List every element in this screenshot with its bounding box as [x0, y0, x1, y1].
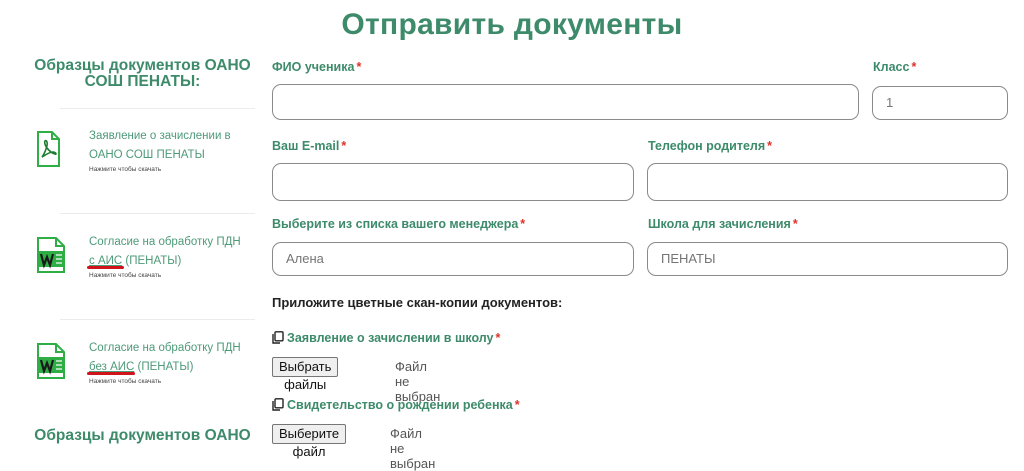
email-label: Ваш E-mail * — [272, 139, 347, 153]
pdf-icon — [37, 131, 60, 167]
sidebar: Образцы документов ОАНО СОШ ПЕНАТЫ: — [30, 58, 255, 90]
download-item-text: Заявление о зачислении в ОАНО СОШ ПЕНАТЫ… — [89, 127, 259, 175]
fio-input[interactable] — [272, 84, 859, 120]
sidebar-heading-bottom: Образцы документов ОАНО — [34, 427, 251, 444]
phone-label: Телефон родителя * — [648, 139, 773, 153]
copy-icon — [272, 331, 284, 344]
download-hint: Нажмите чтобы скачать — [89, 272, 162, 279]
manager-label: Выберите из списка вашего менеджера * — [272, 217, 526, 231]
download-hint: Нажмите чтобы скачать — [89, 378, 162, 385]
download-item-suffix: (ПЕНАТЫ) — [137, 361, 194, 373]
download-item-application[interactable]: Заявление о зачислении в ОАНО СОШ ПЕНАТЫ… — [36, 127, 256, 187]
choose-files-button[interactable]: Выбрать файлы — [272, 357, 339, 392]
choose-file-button[interactable]: Выберите файл — [272, 424, 347, 459]
class-label: Класс * — [873, 60, 917, 74]
school-label: Школа для зачисления * — [648, 217, 798, 231]
download-hint: Нажмите чтобы скачать — [89, 166, 162, 173]
email-input[interactable] — [272, 163, 634, 201]
highlight-underline — [87, 372, 135, 375]
fio-label: ФИО ученика * — [272, 60, 362, 74]
download-item-text: Согласие на обработку ПДН с АИС (ПЕНАТЫ)… — [89, 233, 259, 281]
manager-select[interactable] — [272, 242, 634, 276]
download-item-label: Согласие на обработку ПДН — [89, 342, 241, 354]
sidebar-divider — [60, 108, 255, 109]
school-select[interactable] — [647, 242, 1008, 276]
phone-input[interactable] — [647, 163, 1008, 201]
download-item-suffix: (ПЕНАТЫ) — [125, 255, 182, 267]
sidebar-divider — [60, 213, 255, 214]
sidebar-divider — [60, 319, 255, 320]
highlight-underline — [87, 266, 124, 269]
download-item-label: Согласие на обработку ПДН — [89, 236, 241, 248]
page-title: Отправить документы — [341, 8, 683, 41]
download-item-consent-with-ais[interactable]: Согласие на обработку ПДН с АИС (ПЕНАТЫ)… — [36, 233, 256, 293]
attach-instructions: Приложите цветные скан-копии документов: — [272, 295, 563, 310]
class-input[interactable] — [872, 86, 1008, 120]
file2-label: Свидетельство о рождении ребенка * — [272, 398, 520, 412]
download-item-label: Заявление о зачислении в ОАНО СОШ ПЕНАТЫ — [89, 130, 231, 161]
word-doc-icon — [37, 343, 65, 379]
word-doc-icon — [37, 237, 65, 273]
file2-status: Файл не выбран — [390, 426, 436, 471]
download-item-consent-without-ais[interactable]: Согласие на обработку ПДН без АИС (ПЕНАТ… — [36, 339, 256, 399]
download-item-text: Согласие на обработку ПДН без АИС (ПЕНАТ… — [89, 339, 259, 387]
copy-icon — [272, 398, 284, 411]
file1-label: Заявление о зачислении в школу * — [272, 331, 500, 345]
sidebar-heading: Образцы документов ОАНО СОШ ПЕНАТЫ: — [34, 57, 251, 90]
